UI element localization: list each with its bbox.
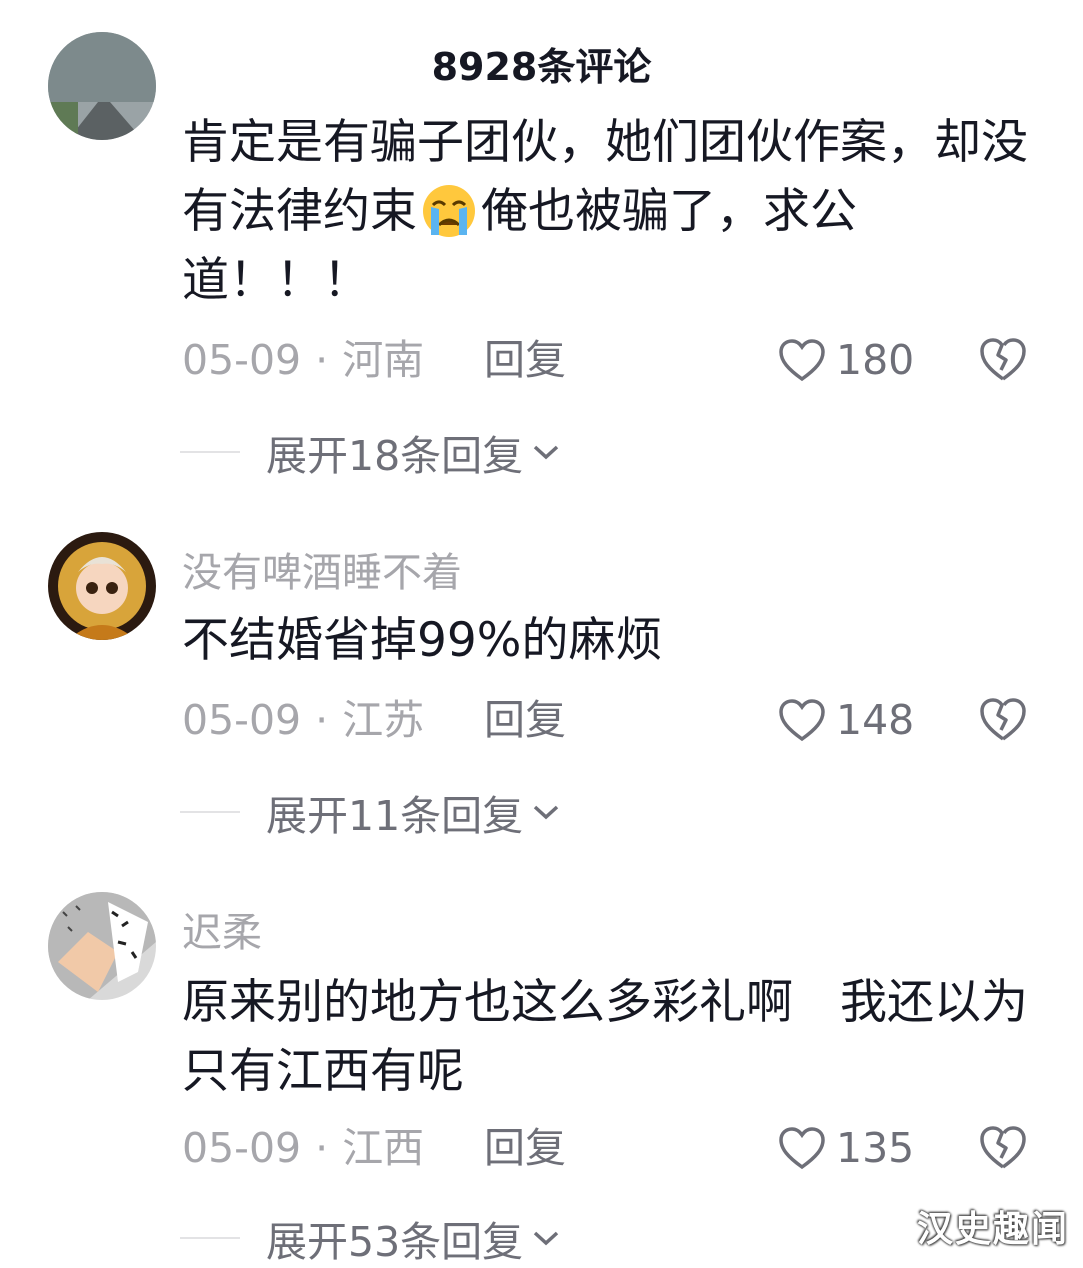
username[interactable]: 迟柔 — [182, 900, 262, 958]
like-button[interactable]: 180 — [778, 330, 914, 390]
username[interactable]: 没有啤酒睡不着 — [182, 540, 462, 598]
broken-heart-icon — [980, 338, 1026, 381]
comment-location: 江西 — [342, 1124, 425, 1172]
comment-location: 江苏 — [342, 696, 425, 744]
avatar[interactable] — [48, 32, 156, 140]
broken-heart-icon — [980, 698, 1026, 741]
dislike-button[interactable] — [978, 696, 1028, 746]
comment-meta: 05-09 · 河南 回复 — [182, 330, 566, 390]
comments-count-title: 8928条评论 — [431, 45, 652, 89]
watermark: 汉史趣闻 — [916, 1209, 1069, 1250]
meta-separator: · — [315, 1124, 329, 1172]
heart-icon — [779, 1127, 825, 1170]
avatar[interactable] — [48, 892, 156, 1000]
meta-separator: · — [315, 696, 329, 744]
expand-replies-button[interactable]: 展开53条回复 — [180, 1208, 561, 1268]
crying-face-icon — [419, 179, 479, 239]
comment-text: 原来别的地方也这么多彩礼啊 我还以为只有江西有呢 — [182, 975, 1028, 1099]
like-button[interactable]: 148 — [778, 690, 914, 750]
divider-line — [180, 811, 240, 813]
comment-date: 05-09 — [182, 1124, 302, 1172]
divider-line — [180, 451, 240, 453]
reply-button[interactable]: 回复 — [484, 1118, 566, 1178]
comment-text: 肯定是有骗子团伙，她们团伙作案，却没有法律约束 俺也被骗了，求公道！！！ — [182, 115, 1028, 308]
dislike-button[interactable] — [978, 336, 1028, 386]
like-button[interactable]: 135 — [778, 1118, 914, 1178]
reply-button[interactable]: 回复 — [484, 690, 566, 750]
like-count: 148 — [836, 696, 915, 744]
comment-meta: 05-09 · 江西 回复 — [182, 1118, 566, 1178]
expand-replies-button[interactable]: 展开11条回复 — [180, 782, 561, 842]
heart-icon — [779, 699, 825, 742]
like-count: 135 — [836, 1124, 915, 1172]
expand-replies-button[interactable]: 展开18条回复 — [180, 422, 561, 482]
chevron-down-icon — [533, 805, 559, 820]
comment-text: 不结婚省掉99%的麻烦 — [182, 613, 663, 668]
chevron-down-icon — [533, 1231, 559, 1246]
divider-line — [180, 1237, 240, 1239]
comment-date: 05-09 — [182, 696, 302, 744]
avatar[interactable] — [48, 532, 156, 640]
heart-icon — [779, 339, 825, 382]
reply-button[interactable]: 回复 — [484, 330, 566, 390]
comment-location: 河南 — [342, 336, 425, 384]
comment-date: 05-09 — [182, 336, 302, 384]
broken-heart-icon — [980, 1126, 1026, 1169]
dislike-button[interactable] — [978, 1124, 1028, 1174]
meta-separator: · — [315, 336, 329, 384]
like-count: 180 — [836, 336, 915, 384]
comment-meta: 05-09 · 江苏 回复 — [182, 690, 566, 750]
chevron-down-icon — [533, 445, 559, 460]
